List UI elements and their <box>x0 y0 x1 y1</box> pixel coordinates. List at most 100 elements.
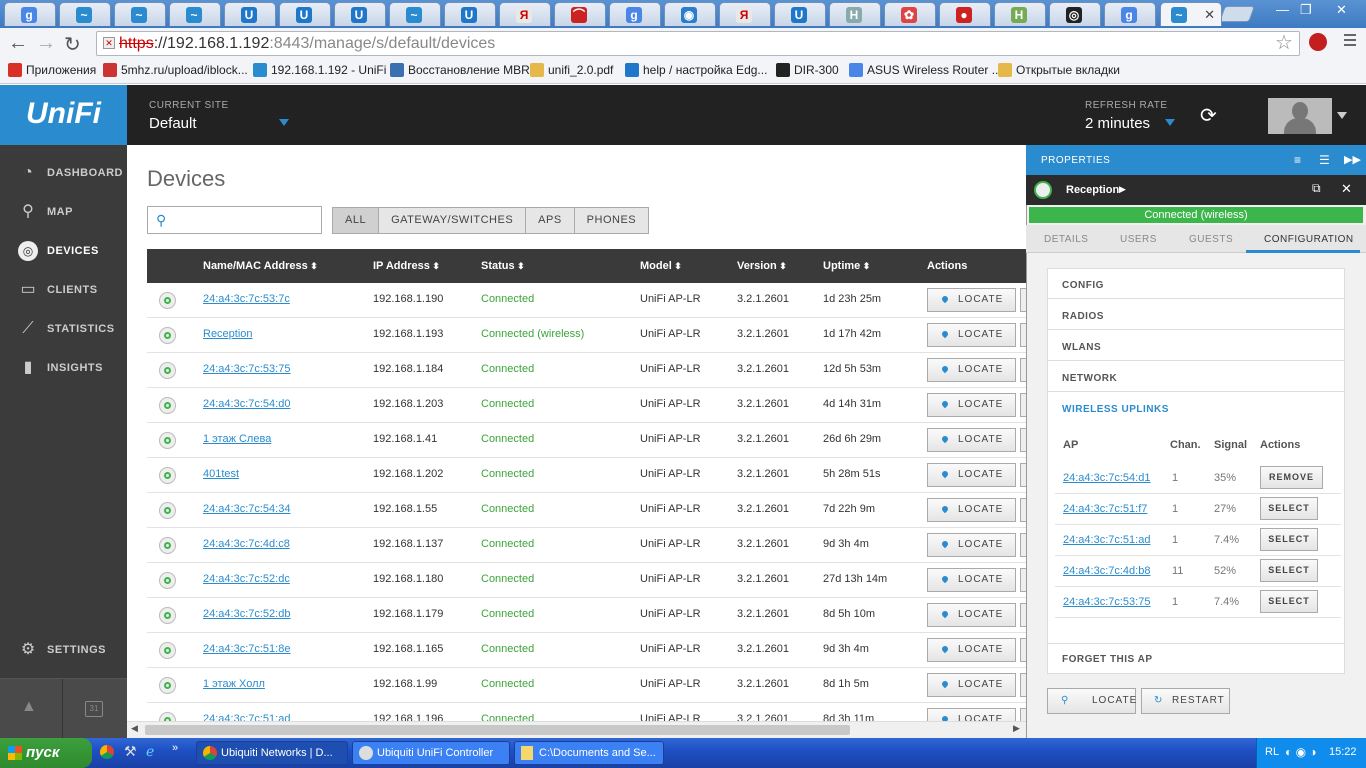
forget-ap-label[interactable]: FORGET THIS AP <box>1062 654 1153 665</box>
new-tab-button[interactable] <box>1219 6 1255 22</box>
forget-ap-section[interactable]: FORGET THIS AP <box>1048 643 1344 673</box>
taskbar-window-explorer[interactable]: C:\Documents and Se... <box>514 741 664 765</box>
locate-button[interactable]: LOCATE <box>927 673 1016 697</box>
sidebar-item-dashboard[interactable]: ◔ DASHBOARD <box>0 153 127 192</box>
uplink-select-button[interactable]: SELECT <box>1260 497 1318 520</box>
browser-tab[interactable]: ~ <box>59 2 111 26</box>
table-row[interactable]: 24:a4:3c:7c:54:d0 192.168.1.203 Connected U… <box>147 388 1030 423</box>
filter-phones[interactable]: PHONES <box>575 208 648 233</box>
locate-button[interactable]: LOCATE <box>927 498 1016 522</box>
bookmark-item[interactable]: DIR-300 <box>776 63 839 77</box>
insecure-lock-icon[interactable]: ✕ <box>103 37 115 49</box>
bookmark-star-icon[interactable]: ☆ <box>1275 30 1293 55</box>
taskbar-window-chrome[interactable]: Ubiquiti Networks | D... <box>196 741 348 765</box>
locate-button[interactable]: LOCATE <box>927 323 1016 347</box>
restore-icon[interactable]: ❐ <box>1300 2 1312 18</box>
table-row[interactable]: 24:a4:3c:7c:52:dc 192.168.1.180 Connected U… <box>147 563 1030 598</box>
back-arrow-icon[interactable]: ← <box>8 32 28 55</box>
browser-tab[interactable]: ⌒ <box>554 2 606 26</box>
collapse-panel-icon[interactable]: ▶▶ <box>1344 153 1361 166</box>
uplink-select-button[interactable]: SELECT <box>1260 528 1318 551</box>
browser-tab[interactable]: U <box>224 2 276 26</box>
sidebar-item-map[interactable]: ⚲ MAP <box>0 192 127 231</box>
forward-arrow-icon[interactable]: → <box>36 32 56 55</box>
panel-restart-button[interactable]: ↻ RESTART <box>1141 688 1230 714</box>
bookmark-item[interactable]: unifi_2.0.pdf <box>530 63 613 77</box>
table-row[interactable]: 24:a4:3c:7c:51:8e 192.168.1.165 Connected U… <box>147 633 1030 668</box>
table-row[interactable]: 1 этаж Слева 192.168.1.41 Connected UniFi A… <box>147 423 1030 458</box>
uplink-select-button[interactable]: SELECT <box>1260 559 1318 582</box>
bookmark-item[interactable]: Восстановление MBR <box>390 63 530 77</box>
user-menu-chevron-icon[interactable] <box>1337 112 1347 119</box>
cell-name[interactable]: 24:a4:3c:7c:51:8e <box>203 643 290 655</box>
tools-quicklaunch-icon[interactable]: ⚒ <box>124 743 137 760</box>
list-icon[interactable]: ☰ <box>1319 153 1330 167</box>
browser-tab[interactable]: ● <box>939 2 991 26</box>
sort-icon[interactable]: ⬍ <box>860 261 871 271</box>
chevron-down-icon[interactable] <box>1165 119 1175 126</box>
table-row[interactable]: Reception 192.168.1.193 Connected (wireles… <box>147 318 1030 353</box>
column-header[interactable]: Uptime ⬍ <box>823 260 870 272</box>
bookmark-item[interactable]: ASUS Wireless Router ... <box>849 63 1002 77</box>
panel-locate-button[interactable]: ⚲ LOCATE <box>1047 688 1136 714</box>
cell-name[interactable]: 24:a4:3c:7c:53:7c <box>203 293 290 305</box>
uplink-select-button[interactable]: SELECT <box>1260 590 1318 613</box>
config-section-network[interactable]: NETWORK <box>1048 362 1344 392</box>
browser-tab[interactable]: ~ <box>114 2 166 26</box>
search-input[interactable]: ⚲ <box>147 206 322 234</box>
close-icon[interactable]: ✕ <box>1341 181 1352 197</box>
locate-button[interactable]: LOCATE <box>927 393 1016 417</box>
reload-icon[interactable]: ↻ <box>64 32 81 57</box>
uplink-ap-link[interactable]: 24:a4:3c:7c:51:ad <box>1063 534 1150 546</box>
caret-right-icon[interactable]: ▶ <box>1119 184 1126 195</box>
cell-name[interactable]: 24:a4:3c:7c:53:75 <box>203 363 290 375</box>
cell-name[interactable]: 401test <box>203 468 239 480</box>
config-section-config[interactable]: CONFIG <box>1048 269 1344 299</box>
browser-tab-active[interactable]: ~ ✕ <box>1160 2 1222 26</box>
browser-tab[interactable]: U <box>334 2 386 26</box>
browser-tab[interactable]: U <box>279 2 331 26</box>
column-header[interactable]: Name/MAC Address ⬍ <box>203 260 318 272</box>
sidebar-item-settings[interactable]: ⚙ SETTINGS <box>0 630 127 669</box>
start-button[interactable]: пуск <box>0 738 92 768</box>
column-header[interactable]: IP Address ⬍ <box>373 260 440 272</box>
minimize-icon[interactable]: — <box>1276 2 1289 17</box>
locate-button[interactable]: LOCATE <box>927 288 1016 312</box>
ie-quicklaunch-icon[interactable]: ℯ <box>146 743 154 760</box>
cell-name[interactable]: Reception <box>203 328 253 340</box>
browser-tab[interactable]: Я <box>719 2 771 26</box>
config-section-wireless-uplinks[interactable]: WIRELESS UPLINKS <box>1048 393 1344 423</box>
chevron-down-icon[interactable] <box>279 119 289 126</box>
browser-tab[interactable]: Я <box>499 2 551 26</box>
locate-button[interactable]: LOCATE <box>927 428 1016 452</box>
browser-tab[interactable]: ~ <box>169 2 221 26</box>
filter-all[interactable]: ALL <box>333 208 380 233</box>
uplink-ap-link[interactable]: 24:a4:3c:7c:51:f7 <box>1063 503 1147 515</box>
tab-guests[interactable]: GUESTS <box>1189 234 1233 245</box>
cell-name[interactable]: 24:a4:3c:7c:52:dc <box>203 573 290 585</box>
bookmark-item[interactable]: 192.168.1.192 - UniFi <box>253 63 386 77</box>
config-section-wlans[interactable]: WLANS <box>1048 331 1344 361</box>
sidebar-item-statistics[interactable]: ⟋ STATISTICS <box>0 309 127 348</box>
refresh-rate-select[interactable]: 2 minutes <box>1085 115 1150 132</box>
table-row[interactable]: 401test 192.168.1.202 Connected UniFi AP-LR… <box>147 458 1030 493</box>
uplink-ap-link[interactable]: 24:a4:3c:7c:54:d1 <box>1063 472 1150 484</box>
locate-button[interactable]: LOCATE <box>927 568 1016 592</box>
refresh-icon[interactable]: ⟳ <box>1200 103 1217 128</box>
sort-icon[interactable]: ⬍ <box>777 261 787 271</box>
sidebar-item-insights[interactable]: ▮ INSIGHTS <box>0 348 127 387</box>
browser-tab[interactable]: U <box>774 2 826 26</box>
locate-button[interactable]: LOCATE <box>927 358 1016 382</box>
table-row[interactable]: 24:a4:3c:7c:53:7c 192.168.1.190 Connected U… <box>147 283 1030 318</box>
uplink-remove-button[interactable]: REMOVE <box>1260 466 1323 489</box>
column-header[interactable]: Status ⬍ <box>481 260 525 272</box>
browser-tab[interactable]: g <box>609 2 661 26</box>
table-row[interactable]: 1 этаж Холл 192.168.1.99 Connected UniFi AP… <box>147 668 1030 703</box>
bookmark-item[interactable]: Открытые вкладки <box>998 63 1120 77</box>
browser-tab[interactable]: ◎ <box>1049 2 1101 26</box>
table-row[interactable]: 24:a4:3c:7c:4d:c8 192.168.1.137 Connected U… <box>147 528 1030 563</box>
browser-tab[interactable]: H <box>994 2 1046 26</box>
sidebar-item-clients[interactable]: ▭ CLIENTS <box>0 270 127 309</box>
browser-tab[interactable]: g <box>1104 2 1156 26</box>
sort-icon[interactable]: ⬍ <box>430 261 440 271</box>
